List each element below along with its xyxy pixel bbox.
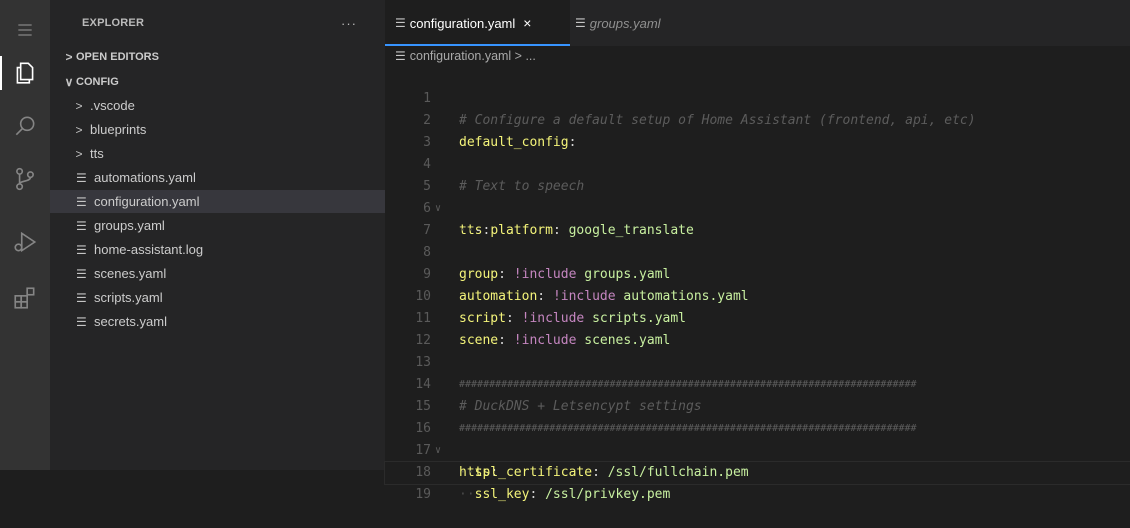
yaml-key: ssl_key: [474, 487, 530, 502]
code-line: 8 group: !include groups.yaml: [385, 220, 1130, 282]
code-line: 13 #####################################…: [385, 330, 1130, 390]
code-line-current: 19: [384, 461, 1130, 502]
breadcrumb-text: configuration.yaml > ...: [409, 49, 536, 63]
tree-file-scripts[interactable]: ☰ scripts.yaml: [50, 286, 411, 309]
tree-folder-blueprints[interactable]: > blueprints: [50, 118, 407, 141]
yaml-value: /ssl/privkey.pem: [545, 487, 671, 502]
file-lines-icon: ☰: [76, 314, 87, 329]
explorer-sidebar: EXPLORER ··· > OPEN EDITORS ∨ CONFIG > .…: [50, 0, 411, 470]
file-label: scenes.yaml: [94, 266, 167, 281]
chevron-right-icon: >: [75, 122, 83, 137]
tree-file-secrets[interactable]: ☰ secrets.yaml: [50, 310, 411, 333]
line-number: 19: [415, 487, 431, 502]
chevron-down-icon: ∨: [64, 75, 74, 89]
close-icon[interactable]: ×: [523, 15, 531, 31]
search-icon[interactable]: [0, 103, 50, 149]
more-actions-button[interactable]: ···: [341, 16, 357, 31]
explorer-header: EXPLORER ···: [50, 0, 385, 46]
config-section[interactable]: ∨ CONFIG: [50, 71, 397, 93]
tab-label: configuration.yaml: [409, 15, 516, 31]
tree-folder-vscode[interactable]: > .vscode: [50, 94, 407, 117]
explorer-icon[interactable]: [0, 50, 50, 96]
explorer-title: EXPLORER: [82, 17, 145, 29]
open-editors-section[interactable]: > OPEN EDITORS: [50, 46, 397, 68]
code-line: 6 ··- platform: google_translate: [385, 176, 1130, 238]
code-line: 1 # Configure a default setup of Home As…: [385, 66, 1130, 128]
tree-folder-tts[interactable]: > tts: [50, 142, 407, 165]
file-lines-icon: ☰: [76, 290, 87, 305]
code-line: 16 ∨ http:: [385, 396, 1130, 480]
vscode-window: EXPLORER ··· > OPEN EDITORS ∨ CONFIG > .…: [0, 0, 1130, 502]
file-lines-icon: ☰: [76, 194, 87, 209]
file-lines-icon: ☰: [76, 242, 87, 257]
file-lines-icon: ☰: [76, 266, 87, 281]
file-lines-icon: ☰: [395, 16, 406, 30]
file-label: secrets.yaml: [94, 314, 167, 329]
open-editors-label: OPEN EDITORS: [76, 51, 159, 63]
tab-bar: ☰ configuration.yaml × ☰ groups.yaml: [385, 0, 1130, 46]
chevron-right-icon: >: [75, 98, 83, 113]
code-line: 17 ··ssl_certificate: /ssl/fullchain.pem: [385, 418, 1130, 480]
file-lines-icon: ☰: [76, 218, 87, 233]
folder-label: blueprints: [90, 122, 147, 137]
tree-file-automations[interactable]: ☰ automations.yaml: [50, 166, 411, 189]
folder-label: tts: [90, 146, 104, 161]
tab-label: groups.yaml: [589, 15, 661, 31]
tree-file-home-assistant-log[interactable]: ☰ home-assistant.log: [50, 238, 411, 261]
run-debug-icon[interactable]: [0, 219, 50, 265]
code-line: 10 script: !include scripts.yaml: [385, 264, 1130, 326]
config-label: CONFIG: [76, 76, 119, 88]
file-label: automations.yaml: [94, 170, 196, 185]
code-line: 3: [385, 110, 1130, 150]
file-label: groups.yaml: [94, 218, 165, 233]
activity-bar: [0, 0, 50, 470]
code-line: 14 # DuckDNS + Letsencypt settings: [385, 352, 1130, 414]
tab-configuration-yaml[interactable]: ☰ configuration.yaml ×: [385, 0, 570, 46]
file-lines-icon: ☰: [76, 170, 87, 185]
code-line: 4 # Text to speech: [385, 132, 1130, 194]
file-lines-icon: ☰: [395, 49, 406, 63]
extensions-icon[interactable]: [0, 275, 50, 321]
chevron-right-icon: >: [75, 146, 83, 161]
chevron-right-icon: >: [65, 50, 73, 64]
code-line: 11 scene: !include scenes.yaml: [385, 286, 1130, 348]
colon: :: [529, 487, 538, 502]
breadcrumb[interactable]: ☰ configuration.yaml > ...: [385, 46, 1130, 66]
code-line: 7: [385, 198, 1130, 238]
whitespace-dots: ··: [459, 487, 475, 502]
code-line: 12: [385, 308, 1130, 348]
tree-file-scenes[interactable]: ☰ scenes.yaml: [50, 262, 411, 285]
file-lines-icon: ☰: [575, 16, 586, 30]
editor-area: ☰ configuration.yaml × ☰ groups.yaml ☰ c…: [384, 0, 1130, 502]
file-label: scripts.yaml: [94, 290, 163, 305]
code-line: 9 automation: !include automations.yaml: [385, 242, 1130, 304]
file-label: configuration.yaml: [94, 194, 200, 209]
source-control-icon[interactable]: [0, 156, 50, 202]
file-label: home-assistant.log: [94, 242, 204, 257]
folder-label: .vscode: [90, 98, 135, 113]
tree-file-configuration[interactable]: ☰ configuration.yaml: [50, 190, 411, 213]
menu-icon[interactable]: [0, 7, 50, 53]
code-line: 18 ··ssl_key: /ssl/privkey.pem: [385, 440, 1130, 502]
code-line: 5 ∨ tts:: [385, 154, 1130, 238]
code-line: 15 #####################################…: [385, 374, 1130, 434]
code-line: 2 default_config:: [385, 88, 1130, 150]
tab-groups-yaml[interactable]: ☰ groups.yaml: [575, 0, 685, 46]
tree-file-groups[interactable]: ☰ groups.yaml: [50, 214, 411, 237]
